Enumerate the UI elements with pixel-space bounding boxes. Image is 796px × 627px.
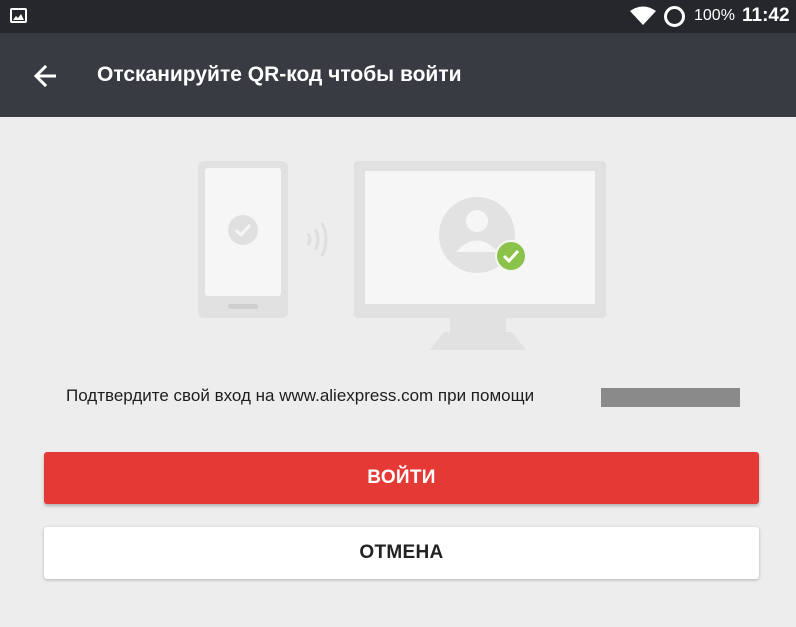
status-bar: 100% 11:42 [0,0,796,33]
signal-waves-icon [306,222,328,257]
check-circle-icon [228,215,258,245]
clock: 11:42 [742,5,790,26]
arrow-left-icon[interactable] [28,59,62,93]
login-illustration [198,161,606,350]
battery-percentage: 100% [694,7,735,24]
wifi-icon [630,6,656,25]
battery-ring-icon [664,6,685,27]
login-button[interactable]: ВОЙТИ [44,452,759,504]
redacted-block [601,388,740,407]
cancel-button[interactable]: ОТМЕНА [44,527,759,579]
toolbar: Отсканируйте QR-код чтобы войти [0,33,796,117]
green-check-badge-icon [495,240,527,272]
confirmation-message: Подтвердите свой вход на www.aliexpress.… [66,386,535,405]
image-notification-icon [10,8,27,23]
page-title: Отсканируйте QR-код чтобы войти [97,63,462,86]
